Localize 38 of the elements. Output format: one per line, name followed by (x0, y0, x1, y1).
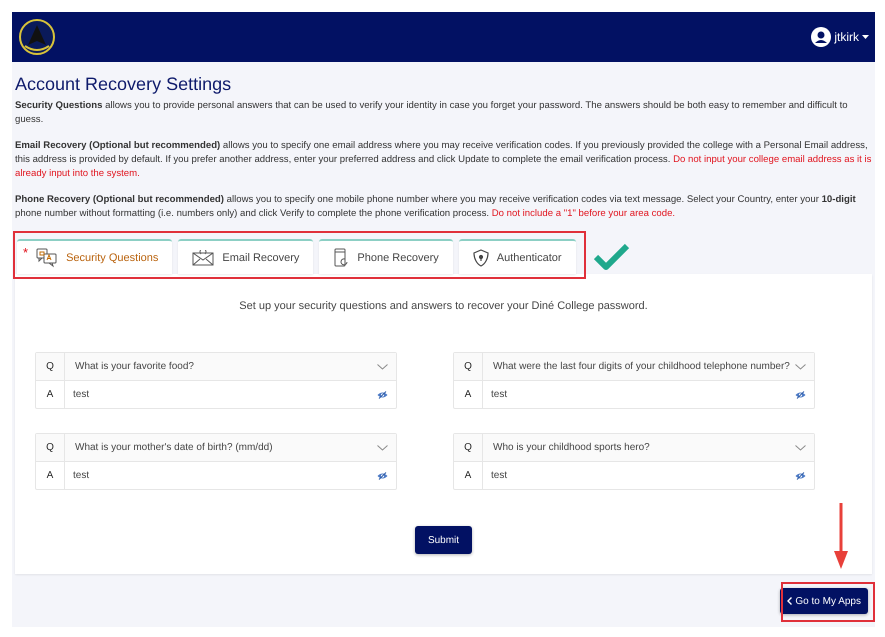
description-paragraph: Security Questions allows you to provide personal answers that can be used to verify your identity in case you forget your password. The answers should be both easy to remember and difficult to guess. (15, 99, 849, 127)
chevron-down-icon (795, 364, 806, 370)
eye-slash-icon[interactable] (377, 390, 388, 398)
tab[interactable]: * Security Questions (17, 239, 172, 274)
page-title: Account Recovery Settings (15, 74, 232, 95)
question-dropdown[interactable]: Who is your childhood sports hero? (483, 434, 814, 461)
arrow-down-icon (834, 503, 848, 569)
description-paragraph: Email Recovery (Optional but recommended) allows you to specify one email address where you may receive verification codes. If you previously provided the college with a Personal Email address, this address is provided by default. If you prefer another address, enter your preferred address and click Update to complete the email verification process. Do not input your college email address as it is already input into the system. (15, 139, 872, 181)
answer-field[interactable]: test (491, 389, 795, 400)
question-dropdown[interactable]: What is your favorite food? (65, 353, 396, 380)
eye-slash-icon[interactable] (377, 472, 388, 480)
chevron-down-icon (377, 444, 388, 450)
tab[interactable]: Email Recovery (178, 239, 314, 274)
caret-icon[interactable] (862, 35, 869, 39)
shield-icon (472, 248, 489, 266)
tab[interactable]: Authenticator (458, 239, 576, 274)
submit-button[interactable]: Submit (414, 526, 472, 554)
eye-slash-icon[interactable] (795, 390, 806, 398)
chat-bubbles-icon (36, 248, 58, 268)
chevron-left-icon (787, 597, 792, 605)
checkmark-icon (594, 242, 630, 270)
answer-field[interactable]: test (491, 470, 795, 481)
user-menu[interactable]: jtkirk (834, 30, 859, 44)
answer-field[interactable]: test (73, 470, 377, 481)
answer-field[interactable]: test (73, 389, 377, 400)
eye-slash-icon[interactable] (795, 472, 806, 480)
logo-icon (18, 18, 56, 56)
tab[interactable]: Phone Recovery (319, 239, 453, 274)
question-dropdown[interactable]: What is your mother's date of birth? (mm/dd) (65, 434, 396, 461)
envelope-icon (192, 250, 214, 266)
description-paragraph: Phone Recovery (Optional but recommended) allows you to specify one mobile phone number where you may receive verification codes via text message. Select your Country, enter your 10-digit phone number without formatting (i.e. numbers only) and click Verify to complete the phone verification process. Do not include a "1" before your area code. (15, 193, 857, 221)
chevron-down-icon (795, 444, 806, 450)
user-avatar-icon[interactable] (811, 27, 832, 47)
back-button[interactable]: Go to My Apps (780, 588, 868, 614)
chevron-down-icon (377, 364, 388, 370)
intro-text: Set up your security questions and answers to recover your Diné College password. (238, 300, 649, 312)
phone-icon (333, 248, 350, 268)
question-dropdown[interactable]: What were the last four digits of your childhood telephone number? (483, 353, 814, 380)
